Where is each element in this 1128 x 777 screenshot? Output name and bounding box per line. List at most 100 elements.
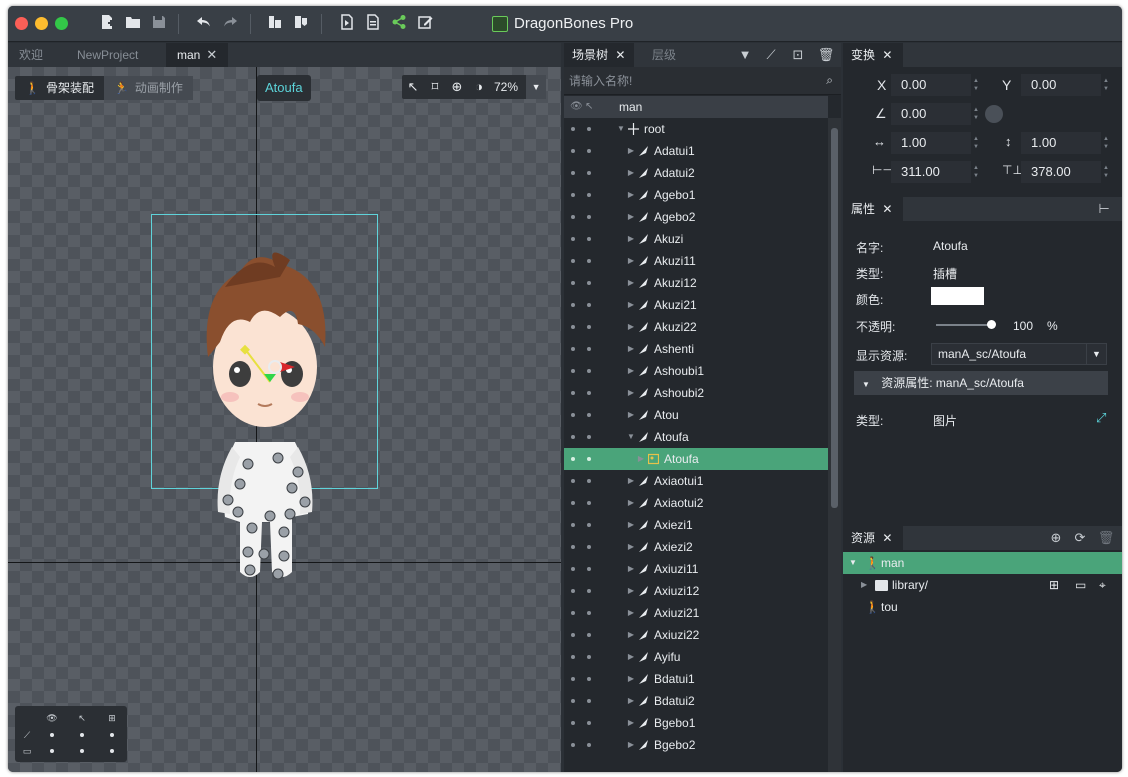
toggle-dot[interactable]: [110, 733, 114, 737]
eye-icon[interactable]: 👁: [45, 711, 59, 725]
caret-right-icon[interactable]: ▶: [626, 272, 636, 294]
tree-row[interactable]: ▶ Atoufa: [564, 448, 828, 470]
tree-row[interactable]: ▶ Bdatui2: [564, 690, 828, 712]
tree-row[interactable]: ▶ Axiuzi21: [564, 602, 828, 624]
visibility-toggle[interactable]: [571, 479, 575, 483]
pointer-icon[interactable]: ↖: [585, 96, 593, 118]
selectable-toggle[interactable]: [587, 171, 591, 175]
visibility-toggle[interactable]: [571, 699, 575, 703]
toggle-dot[interactable]: [80, 733, 84, 737]
tab-hierarchy[interactable]: 层级: [644, 43, 676, 67]
lock-icon[interactable]: ⊞: [105, 711, 119, 725]
tree-row[interactable]: ▶ Atou: [564, 404, 828, 426]
selectable-toggle[interactable]: [587, 391, 591, 395]
opacity-slider[interactable]: [936, 324, 990, 326]
opacity-slider-handle[interactable]: [987, 320, 996, 329]
tree-row[interactable]: ▶ Axiezi1: [564, 514, 828, 536]
tree-row[interactable]: ▶ Adatui2: [564, 162, 828, 184]
color-swatch[interactable]: [931, 287, 984, 305]
selectable-toggle[interactable]: [587, 633, 591, 637]
tree-row[interactable]: ▼ Atoufa: [564, 426, 828, 448]
asset-row-library[interactable]: ▶ library/ ⊞ ▭ ⌖: [843, 574, 1122, 596]
tree-row[interactable]: ▶ Bdatui1: [564, 668, 828, 690]
visibility-toggle[interactable]: [571, 523, 575, 527]
tree-row[interactable]: ▶ Axiuzi12: [564, 580, 828, 602]
bone-create-icon[interactable]: ⊕: [446, 75, 468, 99]
publish-icon[interactable]: [337, 14, 357, 34]
caret-down-icon[interactable]: ▼: [616, 118, 626, 140]
tree-row[interactable]: ▶ Axiuzi11: [564, 558, 828, 580]
selectable-toggle[interactable]: [587, 589, 591, 593]
tree-row[interactable]: ▶ Bgebo2: [564, 734, 828, 756]
tree-row[interactable]: ▼ root: [564, 118, 828, 140]
visibility-toggle[interactable]: [571, 303, 575, 307]
visibility-toggle[interactable]: [571, 281, 575, 285]
selectable-toggle[interactable]: [587, 347, 591, 351]
visibility-toggle[interactable]: [571, 237, 575, 241]
selectable-toggle[interactable]: [587, 369, 591, 373]
toggle-dot[interactable]: [50, 749, 54, 753]
visibility-toggle[interactable]: [571, 215, 575, 219]
x-field[interactable]: 0.00: [891, 74, 971, 96]
scale-x-stepper[interactable]: ▲ ▼: [971, 132, 981, 154]
x-stepper[interactable]: ▲ ▼: [971, 74, 981, 96]
close-icon[interactable]: ✕: [882, 202, 892, 216]
height-field[interactable]: 378.00: [1021, 161, 1101, 183]
close-icon[interactable]: ✕: [882, 531, 892, 545]
tree-row[interactable]: ▶ Akuzi22: [564, 316, 828, 338]
caret-right-icon[interactable]: ▶: [626, 668, 636, 690]
close-icon[interactable]: ✕: [615, 48, 625, 62]
import-icon[interactable]: [265, 14, 285, 34]
visibility-toggle[interactable]: [571, 413, 575, 417]
select-pointer-icon[interactable]: ↖: [402, 75, 424, 99]
minimize-window-button[interactable]: [35, 17, 48, 30]
caret-right-icon[interactable]: ▶: [626, 404, 636, 426]
rotation-field[interactable]: 0.00: [891, 103, 971, 125]
character-sprite[interactable]: [180, 232, 350, 582]
import-file-icon[interactable]: ⊞: [1049, 574, 1059, 596]
selectable-toggle[interactable]: [587, 611, 591, 615]
visibility-toggle[interactable]: [571, 391, 575, 395]
refresh-icon[interactable]: ⟳: [1071, 529, 1089, 547]
selectable-toggle[interactable]: [587, 743, 591, 747]
tree-row[interactable]: ▶ Agebo1: [564, 184, 828, 206]
visibility-toggle[interactable]: [571, 655, 575, 659]
scroll-thumb[interactable]: [831, 128, 838, 508]
name-field[interactable]: Atoufa: [933, 239, 968, 253]
caret-right-icon[interactable]: ▶: [626, 734, 636, 756]
caret-right-icon[interactable]: ▶: [626, 536, 636, 558]
selectable-toggle[interactable]: [587, 699, 591, 703]
height-stepper[interactable]: ▲ ▼: [1101, 161, 1111, 183]
tree-row[interactable]: ▶ Ayifu: [564, 646, 828, 668]
caret-right-icon[interactable]: ▶: [626, 646, 636, 668]
selectable-toggle[interactable]: [587, 545, 591, 549]
open-folder-icon[interactable]: ▭: [1075, 574, 1086, 596]
toggle-dot[interactable]: [50, 733, 54, 737]
tree-row[interactable]: ▶ Ashenti: [564, 338, 828, 360]
visibility-toggle[interactable]: [571, 721, 575, 725]
caret-right-icon[interactable]: ▶: [626, 492, 636, 514]
caret-down-icon[interactable]: ▼: [849, 552, 857, 574]
fit-icon[interactable]: ⊡: [789, 46, 807, 64]
scale-y-stepper[interactable]: ▲ ▼: [1101, 132, 1111, 154]
caret-right-icon[interactable]: ▶: [626, 250, 636, 272]
tree-row[interactable]: ▶ Axiuzi22: [564, 624, 828, 646]
visibility-toggle[interactable]: [571, 369, 575, 373]
selectable-toggle[interactable]: [587, 303, 591, 307]
edit-icon[interactable]: [415, 14, 435, 34]
eye-icon[interactable]: 👁: [570, 96, 583, 118]
export-icon[interactable]: [291, 14, 311, 34]
tab-properties[interactable]: 属性 ✕: [843, 197, 903, 221]
tab-newproject[interactable]: NewProject: [66, 43, 166, 67]
selectable-toggle[interactable]: [587, 127, 591, 131]
stage-canvas[interactable]: 🚶 骨架装配 🏃 动画制作 Atoufa ↖ ⌑ ⊕ ◑ 72% ▼ 👁 ↖ ⊞…: [8, 67, 561, 772]
selectable-toggle[interactable]: [587, 259, 591, 263]
scale-y-field[interactable]: 1.00: [1021, 132, 1101, 154]
search-icon[interactable]: ⌕: [826, 73, 833, 88]
y-stepper[interactable]: ▲ ▼: [1101, 74, 1111, 96]
tab-man[interactable]: man ✕: [166, 43, 228, 67]
trash-icon[interactable]: 🗑: [817, 46, 835, 64]
selectable-toggle[interactable]: [587, 193, 591, 197]
tree-row[interactable]: ▶ Akuzi: [564, 228, 828, 250]
transform-icon[interactable]: ⌑: [424, 75, 446, 99]
